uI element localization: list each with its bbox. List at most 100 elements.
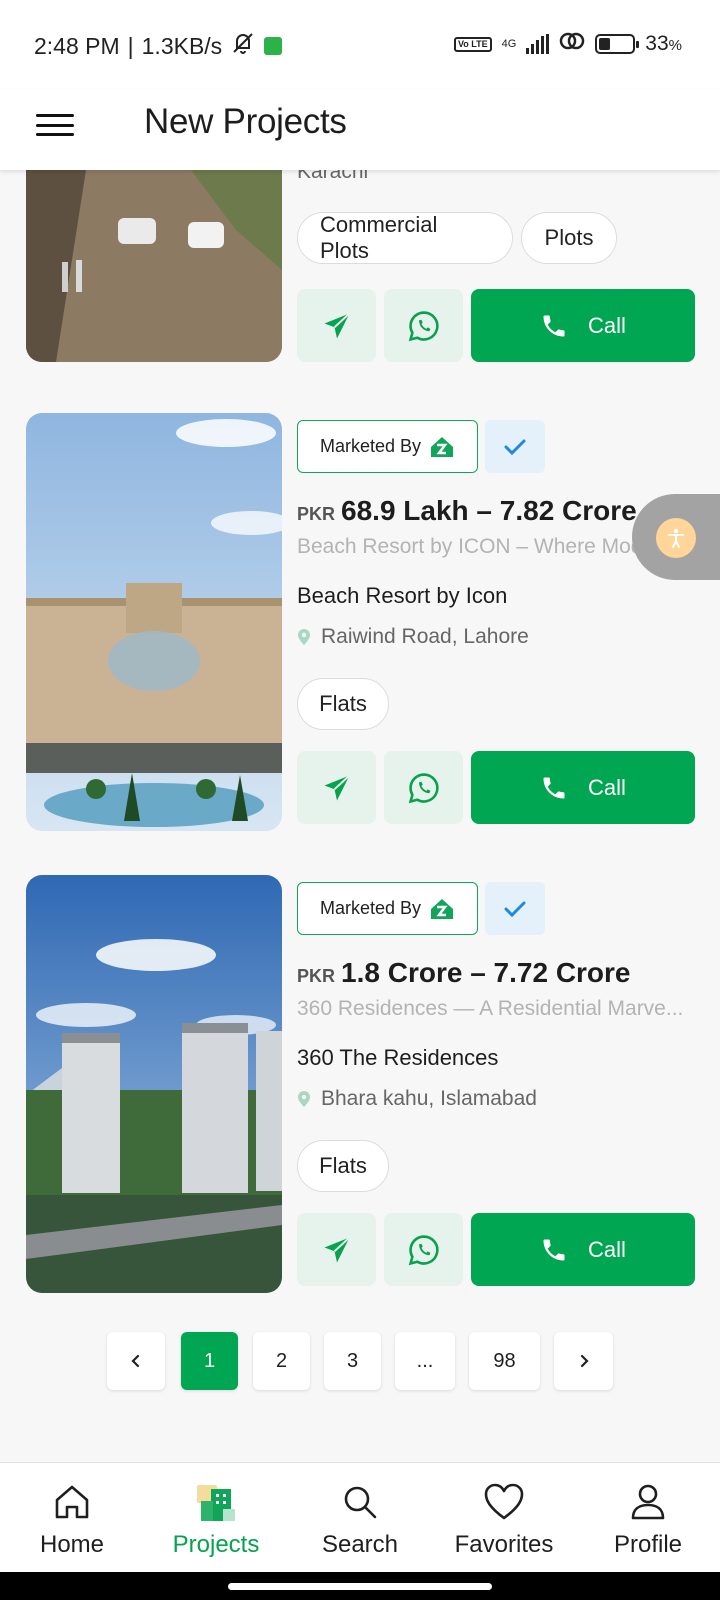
- search-icon: [344, 1486, 377, 1519]
- verified-badge: [485, 420, 545, 473]
- project-tagline: 360 Residences — A Residential Marve...: [297, 997, 684, 1020]
- alarm-off-icon: [230, 30, 256, 62]
- page-title: New Projects: [144, 102, 347, 141]
- whatsapp-icon: [408, 310, 439, 341]
- price-value: 68.9 Lakh – 7.82 Crore: [341, 495, 637, 526]
- send-icon: [324, 1236, 350, 1262]
- nav-home-label: Home: [39, 1531, 105, 1558]
- call-label: Call: [588, 312, 626, 338]
- call-button[interactable]: Call: [471, 289, 695, 362]
- whatsapp-icon: [408, 1234, 439, 1265]
- accessibility-icon: [656, 518, 696, 558]
- project-image[interactable]: [26, 170, 282, 362]
- pagination: 1 2 3 ... 98: [0, 1332, 720, 1392]
- accessibility-button[interactable]: [632, 494, 720, 580]
- home-icon: [55, 1485, 89, 1519]
- location-pin-icon: [298, 629, 310, 645]
- nav-profile-label: Profile: [613, 1531, 683, 1558]
- chevron-left-icon: [131, 1354, 140, 1368]
- chip-flats[interactable]: Flats: [297, 1140, 389, 1192]
- price-value: 1.8 Crore – 7.72 Crore: [341, 957, 631, 988]
- bottom-navigation: Home Projects Search Favorites Profile: [0, 1462, 720, 1572]
- message-button[interactable]: [297, 289, 376, 362]
- page-button-1[interactable]: 1: [181, 1332, 238, 1390]
- whatsapp-button[interactable]: [384, 1213, 463, 1286]
- chevron-right-icon: [580, 1354, 589, 1368]
- location-pin-icon: [298, 1091, 310, 1107]
- app-notification-icon: [264, 37, 283, 55]
- nav-favorites[interactable]: Favorites: [432, 1463, 576, 1573]
- status-right: Vo LTE 4G 33%: [453, 30, 682, 58]
- nav-profile[interactable]: Profile: [576, 1463, 720, 1573]
- volte-icon: Vo LTE: [453, 36, 492, 52]
- nav-search-label: Search: [321, 1531, 399, 1558]
- battery-icon: [595, 34, 640, 54]
- verified-badge: [485, 882, 545, 935]
- battery-percent: 33%: [645, 32, 682, 55]
- chip-plots[interactable]: Plots: [521, 212, 617, 264]
- whatsapp-button[interactable]: [384, 289, 463, 362]
- currency-label: PKR: [297, 504, 336, 524]
- signal-icon: [526, 34, 550, 54]
- currency-label: PKR: [297, 966, 336, 986]
- project-image[interactable]: [26, 875, 282, 1293]
- marketed-by-label: Marketed By: [319, 898, 422, 918]
- status-left: 2:48 PM | 1.3KB/s: [34, 30, 283, 62]
- hamburger-menu-icon[interactable]: [36, 110, 74, 140]
- call-button[interactable]: Call: [471, 1213, 695, 1286]
- nav-favorites-label: Favorites: [454, 1531, 554, 1558]
- network-type: 4G: [501, 38, 517, 50]
- call-label: Call: [588, 1236, 626, 1262]
- page-button-2[interactable]: 2: [253, 1332, 310, 1390]
- next-page-button[interactable]: [554, 1332, 613, 1390]
- page-button-98[interactable]: 98: [469, 1332, 540, 1390]
- whatsapp-icon: [408, 772, 439, 803]
- home-gesture-handle[interactable]: [228, 1583, 492, 1590]
- phone-icon: [543, 315, 565, 336]
- checkmark-icon: [504, 901, 526, 917]
- network-speed: 1.3KB/s: [141, 32, 223, 59]
- nav-projects-label: Projects: [172, 1531, 260, 1558]
- phone-icon: [543, 1239, 565, 1260]
- phone-icon: [543, 777, 565, 798]
- projects-icon: [197, 1485, 235, 1521]
- send-icon: [324, 774, 350, 800]
- nav-projects[interactable]: Projects: [144, 1463, 288, 1573]
- project-name[interactable]: Beach Resort by Icon: [297, 583, 507, 609]
- price-range: PKR 68.9 Lakh – 7.82 Crore: [297, 495, 637, 527]
- nav-search[interactable]: Search: [288, 1463, 432, 1573]
- status-bar: 2:48 PM | 1.3KB/s Vo LTE 4G 33%: [0, 0, 720, 90]
- project-name[interactable]: 360 The Residences: [297, 1045, 498, 1071]
- project-location: Raiwind Road, Lahore: [297, 625, 529, 649]
- marketed-by-badge[interactable]: Marketed By: [297, 420, 478, 473]
- message-button[interactable]: [297, 1213, 376, 1286]
- page-ellipsis: ...: [395, 1332, 455, 1390]
- marketed-by-badge[interactable]: Marketed By: [297, 882, 478, 935]
- send-icon: [324, 312, 350, 338]
- project-location: Bhara kahu, Islamabad: [297, 1087, 537, 1111]
- project-location: Karachi: [297, 170, 369, 183]
- project-list[interactable]: Karachi Commercial Plots Plots Call Mark…: [0, 170, 720, 1462]
- link-icon: [559, 30, 585, 58]
- project-image[interactable]: [26, 413, 282, 831]
- marketed-by-label: Marketed By: [319, 436, 422, 456]
- agency-logo-icon: [431, 436, 454, 457]
- prev-page-button[interactable]: [107, 1332, 165, 1390]
- page-button-3[interactable]: 3: [324, 1332, 381, 1390]
- nav-home[interactable]: Home: [0, 1463, 144, 1573]
- whatsapp-button[interactable]: [384, 751, 463, 824]
- checkmark-icon: [504, 439, 526, 455]
- heart-icon: [484, 1483, 524, 1520]
- chip-flats[interactable]: Flats: [297, 678, 389, 730]
- call-label: Call: [588, 774, 626, 800]
- profile-icon: [631, 1484, 665, 1520]
- status-separator: |: [127, 32, 134, 59]
- message-button[interactable]: [297, 751, 376, 824]
- app-bar: New Projects: [0, 90, 720, 170]
- status-time: 2:48 PM: [34, 32, 120, 59]
- system-navigation-bar: [0, 1572, 720, 1600]
- project-card[interactable]: Karachi Commercial Plots Plots Call: [0, 170, 720, 362]
- price-range: PKR 1.8 Crore – 7.72 Crore: [297, 957, 631, 989]
- call-button[interactable]: Call: [471, 751, 695, 824]
- chip-commercial-plots[interactable]: Commercial Plots: [297, 212, 513, 264]
